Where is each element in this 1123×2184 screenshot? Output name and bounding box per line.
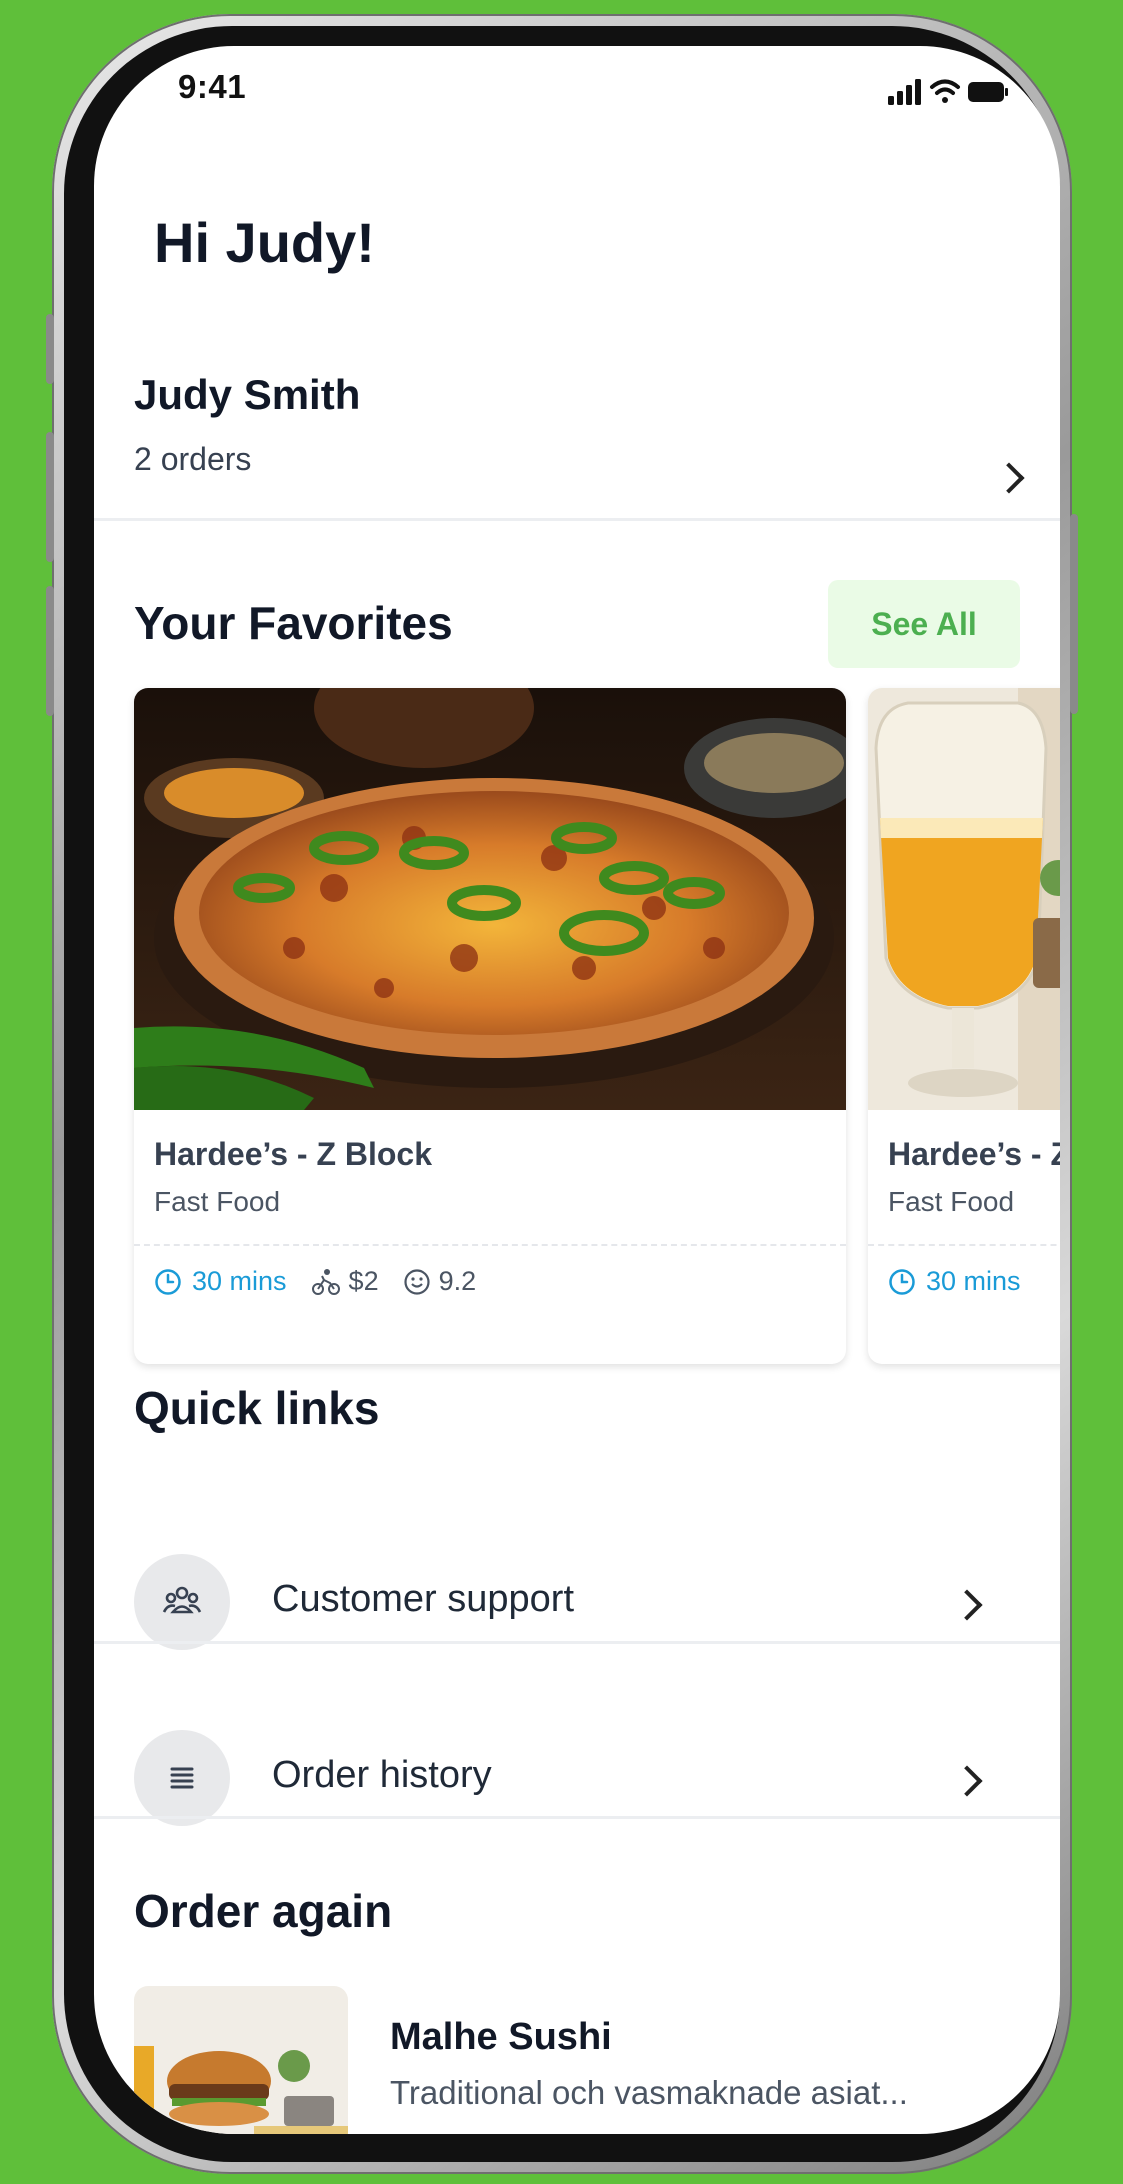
delivery-time: 30 mins (154, 1266, 287, 1297)
battery-icon (968, 82, 1008, 102)
rating: 9.2 (403, 1266, 477, 1297)
power-button (1070, 514, 1078, 714)
divider (94, 1816, 1060, 1819)
favorite-card[interactable]: Hardee’s - Z Block Fast Food 30 mins (868, 688, 1060, 1364)
burger-photo (134, 1986, 348, 2134)
clock-icon (889, 1268, 915, 1295)
favorite-card[interactable]: Hardee’s - Z Block Fast Food 30 mins $2 … (134, 688, 846, 1364)
divider (94, 1641, 1060, 1644)
phone-frame: 9:41 Hi Judy! Judy Smith 2 orders Your F… (46, 14, 1078, 2174)
smiley-icon (403, 1268, 430, 1295)
quick-link-order-history[interactable]: Order history (94, 1692, 1060, 1867)
favorites-title: Your Favorites (134, 597, 453, 649)
beer-photo (868, 688, 1060, 1110)
profile-orders-count: 2 orders (134, 441, 252, 477)
bike-courier-icon (311, 1268, 340, 1295)
greeting-title: Hi Judy! (154, 211, 375, 274)
list-icon (134, 1730, 230, 1826)
quick-link-label: Customer support (272, 1578, 575, 1620)
delivery-fee-label: $2 (348, 1266, 379, 1296)
see-all-button[interactable]: See All (828, 580, 1020, 668)
delivery-time-label: 30 mins (926, 1266, 1021, 1296)
delivery-time: 30 mins (888, 1266, 1021, 1297)
profile-row[interactable]: Judy Smith 2 orders (134, 371, 1060, 516)
chevron-right-icon (951, 1765, 983, 1797)
card-divider (134, 1244, 846, 1246)
quick-link-label: Order history (272, 1754, 492, 1796)
chevron-right-icon (951, 1589, 983, 1621)
card-meta: 30 mins (888, 1266, 1021, 1297)
status-time: 9:41 (178, 68, 247, 105)
rating-label: 9.2 (438, 1266, 477, 1296)
card-divider (868, 1244, 1060, 1246)
signal-icon (888, 79, 921, 105)
order-again-thumbnail[interactable] (134, 1986, 348, 2134)
card-category: Fast Food (888, 1186, 1015, 1217)
card-restaurant-name: Hardee’s - Z Block (888, 1136, 1060, 1172)
delivery-time-label: 30 mins (192, 1266, 287, 1296)
clock-icon (155, 1268, 181, 1295)
order-again-description: Traditional och vasmaknade asiat... (390, 2074, 908, 2111)
quick-link-customer-support[interactable]: Customer support (94, 1516, 1060, 1691)
quick-links-title: Quick links (134, 1382, 380, 1434)
people-icon (134, 1554, 230, 1650)
card-restaurant-name: Hardee’s - Z Block (154, 1136, 433, 1172)
wifi-icon (930, 79, 960, 103)
card-category: Fast Food (154, 1186, 281, 1217)
order-again-title: Order again (134, 1885, 393, 1937)
card-meta: 30 mins $2 9.2 (154, 1266, 476, 1297)
status-icons (888, 76, 1008, 106)
chevron-right-icon (993, 462, 1025, 494)
mute-switch (46, 314, 54, 384)
profile-name: Judy Smith (134, 371, 361, 418)
pizza-photo (134, 688, 846, 1110)
volume-up-button (46, 432, 54, 562)
screen: 9:41 Hi Judy! Judy Smith 2 orders Your F… (94, 46, 1060, 2134)
order-again-restaurant-name[interactable]: Malhe Sushi (390, 2016, 612, 2059)
delivery-fee: $2 (311, 1266, 379, 1297)
volume-down-button (46, 586, 54, 716)
divider (94, 518, 1060, 521)
